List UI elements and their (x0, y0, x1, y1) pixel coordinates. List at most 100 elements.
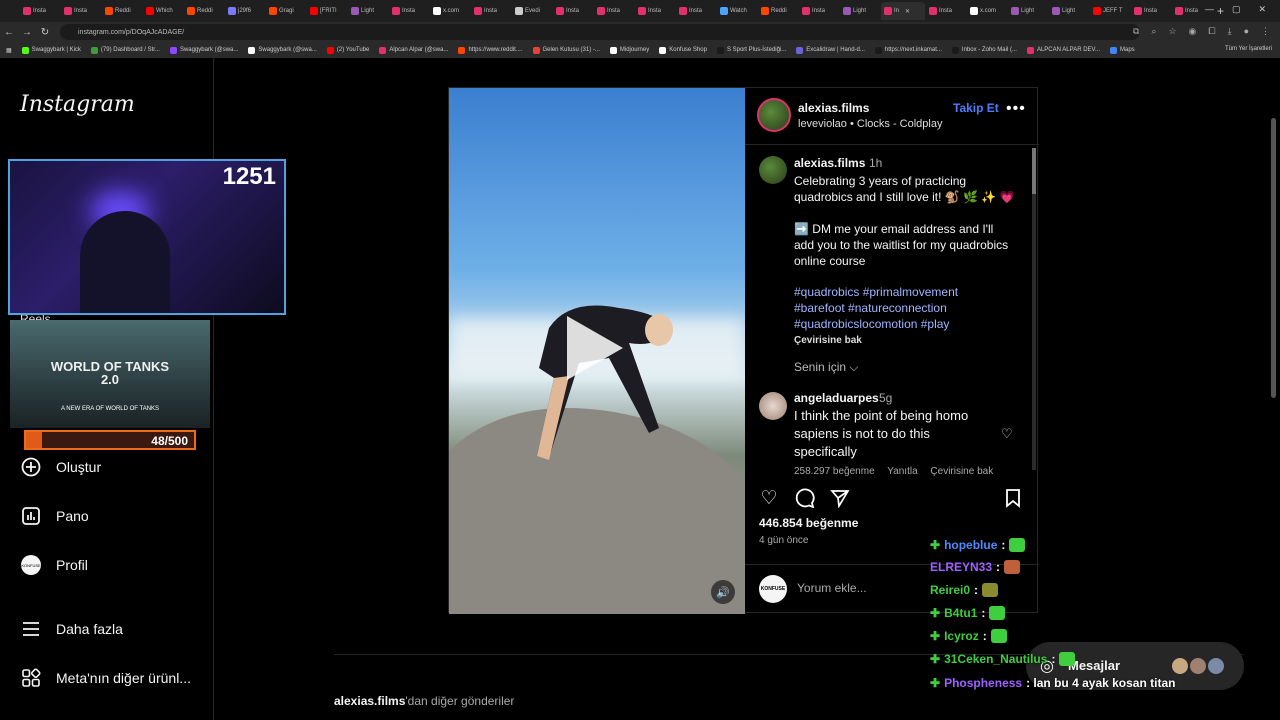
browser-tab[interactable]: Insta (594, 2, 634, 20)
browser-tab[interactable]: Insta (553, 2, 593, 20)
extension-icon[interactable]: ◉ (1189, 26, 1197, 37)
browser-tab[interactable]: Reddi (102, 2, 142, 20)
browser-tab[interactable]: Insta (471, 2, 511, 20)
browser-tab[interactable]: Evedi (512, 2, 552, 20)
browser-tab[interactable]: Which (143, 2, 183, 20)
bookmark-item[interactable]: Swaggybark (@swa... (248, 46, 317, 54)
bookmark-item[interactable]: Inbox - Zoho Mail (... (951, 46, 1017, 54)
page-scrollbar[interactable] (1271, 118, 1276, 398)
bookmark-item[interactable]: https://next.inkamat... (874, 46, 942, 54)
forward-icon[interactable]: → (18, 27, 36, 38)
browser-tab[interactable]: Insta (61, 2, 101, 20)
browser-tab[interactable]: Insta (676, 2, 716, 20)
all-bookmarks[interactable]: Tüm Yer İşaretleri (1225, 46, 1272, 52)
browser-tab[interactable]: Gragi (266, 2, 306, 20)
more-posts-user[interactable]: alexias.films (334, 694, 405, 708)
hashtag-line[interactable]: #quadrobics #primalmovement (794, 285, 1024, 301)
browser-tab[interactable]: j29f6 (225, 2, 265, 20)
comment-icon[interactable] (793, 486, 817, 510)
comment-avatar[interactable] (759, 392, 787, 420)
maximize-icon[interactable]: ▢ (1232, 4, 1241, 15)
bookmark-item[interactable]: Swaggybark | Kick (21, 46, 81, 54)
address-input[interactable]: instagram.com/p/DOqAJcADAGE/ (60, 24, 1140, 40)
browser-tab[interactable]: Insta (635, 2, 675, 20)
bookmark-item[interactable]: Excalidraw | Hand-d... (796, 46, 865, 54)
post-video[interactable]: 🔊 (449, 88, 745, 614)
bookmark-item[interactable]: Konfuse Shop (659, 46, 707, 54)
author-avatar[interactable] (757, 98, 791, 132)
more-options-icon[interactable]: ••• (1006, 100, 1026, 118)
reload-icon[interactable]: ↻ (36, 27, 54, 38)
zoom-icon[interactable]: ⌕ (1151, 26, 1156, 37)
share-icon[interactable] (828, 486, 852, 510)
browser-tab[interactable]: In ✕ (881, 2, 925, 20)
browser-tab[interactable]: x.com (967, 2, 1007, 20)
browser-tab[interactable]: Light (1008, 2, 1048, 20)
sidebar-item-dashboard[interactable]: Pano (20, 505, 89, 527)
add-comment-input[interactable]: Yorum ekle... (797, 581, 867, 595)
bookmark-favicon-icon (90, 46, 98, 54)
sidebar-item-meta-apps[interactable]: Meta'nın diğer ürünl... (20, 667, 191, 689)
bookmark-item[interactable]: (2) YouTube (326, 46, 369, 54)
browser-tab[interactable]: Reddi (758, 2, 798, 20)
audio-info[interactable]: leveviolao • Clocks - Coldplay (798, 118, 942, 130)
scrollbar-thumb[interactable] (1032, 148, 1036, 194)
comments-scrollbar[interactable] (1032, 148, 1036, 470)
for-you-dropdown[interactable]: Senin için ⌵ (794, 360, 858, 375)
comment-translate-link[interactable]: Çevirisine bak (930, 466, 993, 476)
profile-icon[interactable]: ● (1244, 26, 1249, 37)
comment-username[interactable]: angeladuarpes (794, 391, 879, 405)
back-icon[interactable]: ← (0, 27, 18, 38)
bookmark-item[interactable]: (79) Dashboard / Str... (90, 46, 160, 54)
bookmark-item[interactable]: Gelen Kutusu (31) -... (532, 46, 600, 54)
bookmark-item[interactable]: Swaggybark (@swa... (169, 46, 238, 54)
reply-link[interactable]: Yanıtla (887, 466, 917, 476)
caption-avatar[interactable] (759, 156, 787, 184)
browser-tab[interactable]: Insta (20, 2, 60, 20)
like-icon[interactable]: ♡ (757, 486, 781, 510)
puzzle-icon[interactable]: ⧠ (1208, 26, 1215, 37)
browser-tab[interactable]: Insta (926, 2, 966, 20)
browser-tab[interactable]: Insta (799, 2, 839, 20)
browser-tab[interactable]: x.com (430, 2, 470, 20)
instagram-logo[interactable]: Instagram (20, 92, 135, 117)
sidebar-item-more[interactable]: Daha fazla (20, 618, 123, 640)
hashtag-line[interactable]: #quadrobicslocomotion #play (794, 317, 1024, 333)
install-icon[interactable]: ⧉ (1133, 26, 1139, 37)
see-translation-link[interactable]: Çevirisine bak (794, 335, 862, 346)
like-count[interactable]: 446.854 beğenme (759, 516, 858, 530)
volume-icon[interactable]: 🔊 (711, 580, 735, 604)
browser-tab[interactable]: [FRITI (307, 2, 347, 20)
bookmark-item[interactable]: Midjourney (609, 46, 649, 54)
comment-like-icon[interactable]: ♡ (1001, 426, 1013, 442)
browser-tab[interactable]: Light (348, 2, 388, 20)
apps-grid-icon[interactable]: ▦ (6, 47, 12, 54)
minimize-icon[interactable]: — (1205, 4, 1214, 15)
sidebar-item-profile[interactable]: KONFUSE Profil (20, 554, 88, 576)
comment-likes[interactable]: 258.297 beğenme (794, 466, 875, 476)
browser-tab[interactable]: Light (840, 2, 880, 20)
hashtag-line[interactable]: #barefoot #natureconnection (794, 301, 1024, 317)
bookmark-item[interactable]: Alpcan Alpar (@swa... (379, 46, 448, 54)
kebab-menu-icon[interactable]: ⋮ (1261, 26, 1270, 37)
bookmark-item[interactable]: S Sport Plus-İstediği... (716, 46, 786, 54)
browser-tab[interactable]: JEFF T (1090, 2, 1130, 20)
browser-tab[interactable]: Insta (389, 2, 429, 20)
caption-username[interactable]: alexias.films (794, 156, 865, 170)
sidebar-item-create[interactable]: Oluştur (20, 456, 101, 478)
save-icon[interactable] (1001, 486, 1025, 510)
author-username[interactable]: alexias.films (798, 101, 869, 115)
browser-tab[interactable]: Watch (717, 2, 757, 20)
browser-tab[interactable]: Reddi (184, 2, 224, 20)
play-icon[interactable] (567, 316, 623, 380)
close-window-icon[interactable]: ✕ (1258, 4, 1266, 15)
bookmark-item[interactable]: https://www.reddit.... (458, 46, 523, 54)
browser-tab[interactable]: Light (1049, 2, 1089, 20)
tab-close-icon[interactable]: ✕ (905, 8, 910, 15)
browser-tab[interactable]: Insta (1131, 2, 1171, 20)
bookmark-item[interactable]: ALPCAN ALPAR DEV... (1026, 46, 1100, 54)
bookmark-star-icon[interactable]: ☆ (1168, 26, 1176, 37)
downloads-icon[interactable]: ⤓ (1228, 26, 1232, 37)
bookmark-item[interactable]: Maps (1109, 46, 1135, 54)
follow-button[interactable]: Takip Et (953, 101, 999, 115)
